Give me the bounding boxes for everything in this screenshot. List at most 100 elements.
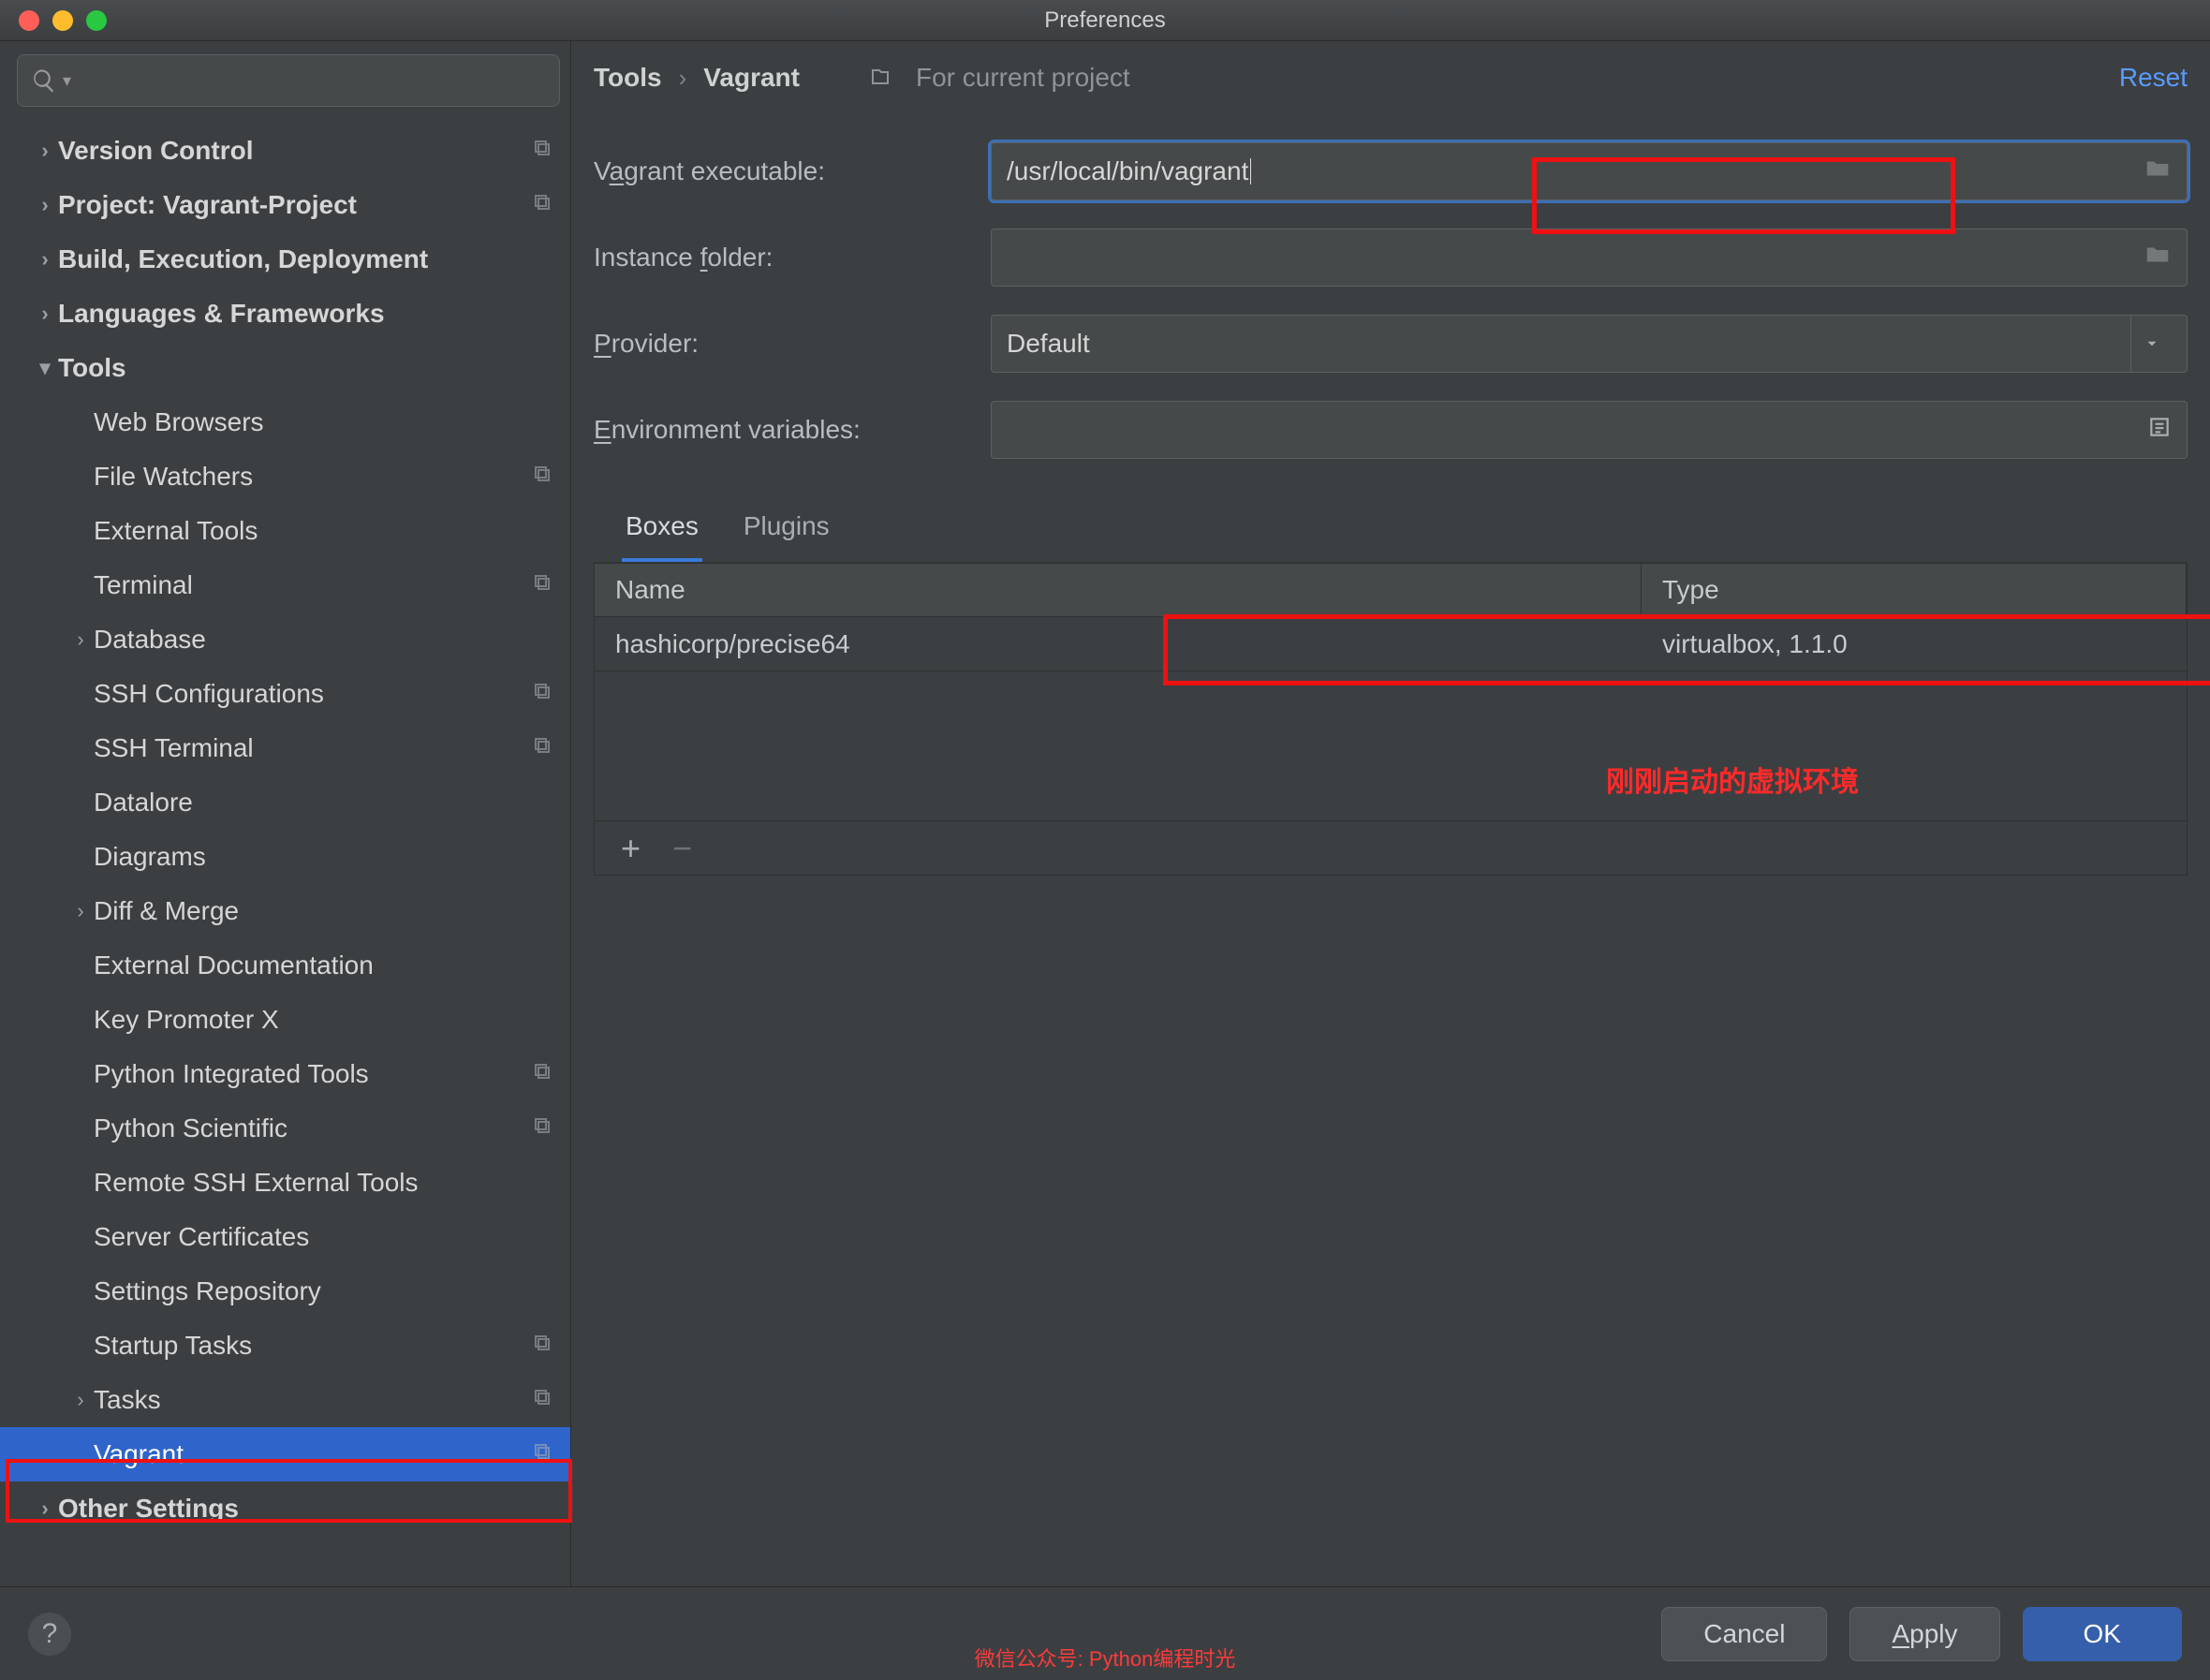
sidebar-item-label: File Watchers [94,462,253,492]
table-row[interactable]: hashicorp/precise64 virtualbox, 1.1.0 [595,616,2187,671]
sidebar-item-diagrams[interactable]: ›Diagrams [0,830,570,884]
cancel-button[interactable]: Cancel [1661,1607,1827,1661]
sidebar-item-startup-tasks[interactable]: ›Startup Tasks [0,1319,570,1373]
table-toolbar: + − [595,820,2187,875]
copy-settings-icon[interactable] [531,1331,553,1361]
sidebar-item-label: Diagrams [94,842,206,872]
sidebar-item-project-vagrant-project[interactable]: ›Project: Vagrant-Project [0,178,570,232]
provider-value: Default [1007,329,1090,359]
folder-field[interactable] [991,228,2188,287]
copy-settings-icon[interactable] [531,733,553,763]
sidebar-item-label: SSH Terminal [94,733,254,763]
chevron-right-icon: › [679,64,687,93]
sidebar-item-label: Datalore [94,788,193,818]
ok-button[interactable]: OK [2023,1607,2182,1661]
copy-settings-icon[interactable] [531,136,553,166]
copy-settings-icon[interactable] [531,1059,553,1089]
sidebar-item-build-execution-deployment[interactable]: ›Build, Execution, Deployment [0,232,570,287]
edit-env-button[interactable] [2147,415,2172,446]
add-button[interactable]: + [621,832,641,865]
search-input[interactable]: ▾ [17,54,560,107]
sidebar-item-label: External Tools [94,516,258,546]
sidebar-item-tasks[interactable]: ›Tasks [0,1373,570,1427]
sidebar-item-label: Python Scientific [94,1113,287,1143]
chevron-right-icon: › [67,1388,94,1412]
sidebar-item-settings-repository[interactable]: ›Settings Repository [0,1264,570,1319]
breadcrumb: Tools › Vagrant For current project Rese… [594,41,2188,114]
chevron-right-icon: › [32,139,58,163]
copy-settings-icon[interactable] [531,1385,553,1415]
sidebar-item-remote-ssh-external-tools[interactable]: ›Remote SSH External Tools [0,1156,570,1210]
sidebar-item-python-scientific[interactable]: ›Python Scientific [0,1101,570,1156]
env-label: Environment variables: [594,415,978,445]
breadcrumb-root[interactable]: Tools [594,63,662,93]
reset-link[interactable]: Reset [2119,63,2188,93]
sidebar-item-server-certificates[interactable]: ›Server Certificates [0,1210,570,1264]
sidebar-item-external-tools[interactable]: ›External Tools [0,504,570,558]
sidebar-item-file-watchers[interactable]: ›File Watchers [0,449,570,504]
sidebar-item-vagrant[interactable]: ›Vagrant [0,1427,570,1481]
table-empty-area [595,671,2187,820]
copy-settings-icon[interactable] [531,1439,553,1469]
copy-settings-icon[interactable] [531,1113,553,1143]
chevron-right-icon: › [32,1496,58,1521]
col-name[interactable]: Name [595,564,1642,616]
sidebar-item-label: Build, Execution, Deployment [58,244,428,274]
copy-settings-icon[interactable] [531,679,553,709]
watermark: 微信公众号: Python编程时光 [975,1643,1236,1673]
search-icon [31,67,57,94]
sidebar-item-ssh-terminal[interactable]: ›SSH Terminal [0,721,570,775]
sidebar-item-other-settings[interactable]: ›Other Settings [0,1481,570,1536]
sidebar-item-label: Terminal [94,570,193,600]
sidebar-item-python-integrated-tools[interactable]: ›Python Integrated Tools [0,1047,570,1101]
executable-label: Vagrant executable: [594,156,978,186]
sidebar-item-web-browsers[interactable]: ›Web Browsers [0,395,570,449]
sidebar-item-diff-merge[interactable]: ›Diff & Merge [0,884,570,938]
sidebar-item-label: Python Integrated Tools [94,1059,369,1089]
sidebar-item-ssh-configurations[interactable]: ›SSH Configurations [0,667,570,721]
footer: ? Cancel Apply OK 微信公众号: Python编程时光 [0,1586,2210,1680]
settings-form: Vagrant executable: /usr/local/bin/vagra… [594,142,2188,459]
sidebar-item-label: Diff & Merge [94,896,239,926]
sidebar-item-label: Version Control [58,136,253,166]
remove-button[interactable]: − [672,832,692,865]
tab-plugins[interactable]: Plugins [740,500,833,562]
provider-select[interactable]: Default [991,315,2188,373]
search-caret-icon: ▾ [63,71,71,91]
sidebar-item-datalore[interactable]: ›Datalore [0,775,570,830]
chevron-right-icon: › [32,193,58,217]
executable-field[interactable]: /usr/local/bin/vagrant [991,142,2188,200]
copy-settings-icon[interactable] [531,570,553,600]
env-field[interactable] [991,401,2188,459]
sidebar-item-tools[interactable]: ▾Tools [0,341,570,395]
sidebar-item-languages-frameworks[interactable]: ›Languages & Frameworks [0,287,570,341]
project-scope-icon [869,66,891,89]
provider-label: Provider: [594,329,978,359]
sidebar-item-label: Remote SSH External Tools [94,1168,419,1198]
help-button[interactable]: ? [28,1613,71,1656]
cell-name: hashicorp/precise64 [595,629,1642,659]
sidebar-item-database[interactable]: ›Database [0,612,570,667]
titlebar: Preferences [0,0,2210,41]
copy-settings-icon[interactable] [531,462,553,492]
settings-tree: ›Version Control›Project: Vagrant-Projec… [0,120,570,1586]
breadcrumb-leaf: Vagrant [703,63,800,93]
sidebar: ▾ ›Version Control›Project: Vagrant-Proj… [0,41,571,1586]
col-type[interactable]: Type [1642,564,2187,616]
tab-boxes[interactable]: Boxes [622,500,702,562]
sidebar-item-external-documentation[interactable]: ›External Documentation [0,938,570,993]
sidebar-item-key-promoter-x[interactable]: ›Key Promoter X [0,993,570,1047]
apply-button[interactable]: Apply [1849,1607,1999,1661]
boxes-table: Name Type hashicorp/precise64 virtualbox… [594,563,2188,876]
project-scope-label: For current project [916,63,1130,93]
browse-executable-button[interactable] [2144,155,2172,189]
sidebar-item-terminal[interactable]: ›Terminal [0,558,570,612]
copy-settings-icon[interactable] [531,190,553,220]
text-caret [1250,158,1251,184]
annotation-text: 刚刚启动的虚拟环境 [1606,759,1859,800]
sidebar-item-label: Project: Vagrant-Project [58,190,357,220]
sidebar-item-label: Other Settings [58,1494,239,1524]
sidebar-item-version-control[interactable]: ›Version Control [0,124,570,178]
chevron-right-icon: › [32,302,58,326]
browse-folder-button[interactable] [2144,241,2172,275]
